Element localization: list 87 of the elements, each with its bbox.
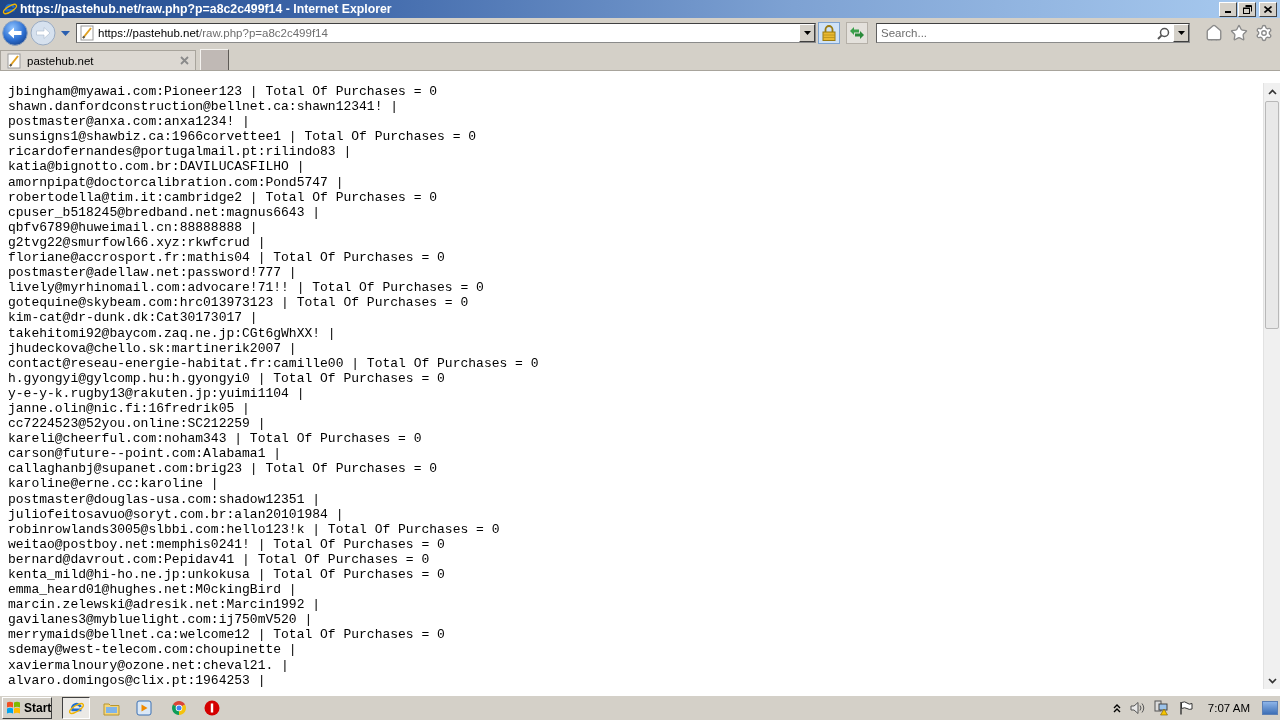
paste-line: carson@future--point.com:Alabama1 | (8, 446, 282, 462)
paste-line: merrymaids@bellnet.ca:welcome12 | Total Of Purchases = 0 (8, 627, 445, 643)
minimize-button[interactable] (1219, 1, 1237, 17)
new-tab-button[interactable] (200, 49, 229, 70)
paste-line: floriane@accrosport.fr:mathis04 | Total Of Purchases = 0 (8, 250, 445, 266)
paste-line: sdemay@west-telecom.com:choupinette | (8, 642, 297, 658)
search-field[interactable]: Search... (876, 23, 1190, 43)
paste-line: kareli@cheerful.com:noham343 | Total Of Purchases = 0 (8, 431, 422, 447)
scrollbar-thumb[interactable] (1265, 101, 1279, 329)
home-icon (1205, 24, 1223, 42)
tab-label: pastehub.net (27, 54, 95, 67)
paste-line: juliofeitosavuo@soryt.com.br:alan20101984 | (8, 506, 344, 522)
padlock-icon (822, 25, 836, 41)
browser-tab[interactable]: pastehub.net (0, 50, 196, 70)
paste-line: takehitomi92@baycom.zaq.ne.jp:CGt6gWhXX! | (8, 325, 336, 341)
play-icon (136, 700, 152, 716)
caret-icon (1177, 31, 1185, 35)
taskbar-button[interactable] (62, 697, 90, 719)
paste-line: cpuser_b518245@bredband.net:magnus6643 | (8, 204, 321, 220)
paste-line: postmaster@anxa.com:anxa1234! | (8, 114, 250, 130)
page-icon (80, 25, 94, 41)
minimize-icon (1225, 10, 1231, 13)
paste-line: postmaster@douglas-usa.com:shadow12351 | (8, 491, 321, 507)
flag-icon (1178, 701, 1193, 715)
paste-line: gotequine@skybeam.com:hrc013973123 | Total Of Purchases = 0 (8, 295, 469, 311)
star-icon (1230, 24, 1248, 42)
paste-line: callaghanbj@supanet.com:brig23 | Total Of Purchases = 0 (8, 461, 438, 477)
address-field[interactable]: https://pastehub.net/raw.php?p=a8c2c499f14 (76, 23, 816, 43)
restore-button[interactable] (1238, 1, 1256, 17)
scrollbar[interactable] (1263, 83, 1280, 689)
paste-line: kenta_mild@hi-ho.ne.jp:unkokusa | Total Of Purchases = 0 (8, 567, 445, 583)
refresh-arrows-icon (849, 26, 865, 40)
paste-line: cc7224523@52you.online:SC212259 | (8, 416, 266, 432)
paste-line: gavilanes3@mybluelight.com:ij750mV520 | (8, 612, 313, 628)
round-logo-icon (171, 700, 187, 716)
paste-line: bernard@davrout.com:Pepidav41 | Total Of Purchases = 0 (8, 551, 430, 567)
refresh-button[interactable] (846, 22, 868, 44)
close-icon (1264, 5, 1272, 13)
double-chevron-icon (1112, 703, 1121, 713)
paste-line: janne.olin@nic.fi:16fredrik05 | (8, 400, 250, 417)
settings-icon (1255, 24, 1273, 42)
close-icon[interactable] (180, 56, 189, 65)
alert-icon (204, 700, 220, 716)
show-desktop-button[interactable] (1262, 701, 1278, 715)
paste-line: g2tvg22@smurfowl66.xyz:rkwfcrud | (8, 234, 266, 251)
search-icon (1157, 26, 1170, 40)
paste-line: lively@myrhinomail.com:advocare!71!! | Total Of Purchases = 0 (8, 280, 484, 296)
back-button[interactable] (2, 20, 28, 46)
caret-icon (803, 31, 811, 35)
paste-line: karoline@erne.cc:karoline | (8, 476, 219, 492)
paste-line: postmaster@adellaw.net:password!777 | (8, 265, 297, 281)
paste-line: robertodella@tim.it:cambridge2 | Total Of Purchases = 0 (8, 189, 438, 205)
paste-line: katia@bignotto.com.br:DAVILUCASFILHO | (8, 159, 305, 175)
paste-line: xaviermalnoury@ozone.net:cheval21. | (8, 657, 289, 673)
window-title: https://pastehub.net/raw.php?p=a8c2c499f14 - Internet Explorer (20, 2, 393, 16)
paste-line: robinrowlands3005@slbbi.com:hello123!k | Total Of Purchases = 0 (8, 521, 500, 537)
paste-line: jbingham@myawai.com:Pioneer123 | Total Of Purchases = 0 (8, 84, 438, 100)
restore-icon (1242, 4, 1252, 14)
folder-icon (102, 700, 120, 716)
paste-line: contact@reseau-energie-habitat.fr:camille00 | Total Of Purchases = 0 (8, 355, 539, 371)
windows-flag-icon (6, 701, 21, 715)
address-dropdown[interactable] (799, 24, 815, 42)
paste-line: sunsigns1@shawbiz.ca:1966corvettee1 | Total Of Purchases = 0 (8, 129, 477, 145)
paste-line: marcin.zelewski@adresik.net:Marcin1992 | (8, 597, 321, 613)
paste-line: qbfv6789@huweimail.cn:88888888 | (8, 219, 258, 235)
paste-line: ricardofernandes@portugalmail.pt:rilindo83 | (8, 144, 352, 160)
up-chevron-icon (1267, 88, 1277, 95)
speaker-icon (1129, 701, 1146, 715)
start-button[interactable]: Start (2, 697, 52, 719)
paste-line: amornpipat@doctorcalibration.com:Pond5747 | (8, 174, 344, 190)
paste-line: jhudeckova@chello.sk:martinerik2007 | (8, 340, 297, 356)
paste-line: alvaro.domingos@clix.pt:1964253 | (8, 672, 266, 688)
down-chevron-icon (1267, 677, 1277, 684)
paste-line: emma_heard01@hughes.net:M0ckingBird | (8, 582, 297, 598)
search-dropdown[interactable] (1173, 24, 1189, 42)
paste-line: shawn.danfordconstruction@bellnet.ca:shawn12341! | (8, 99, 399, 115)
caret-icon (60, 30, 70, 36)
paste-line: weitao@postboy.net:memphis0241! | Total Of Purchases = 0 (8, 536, 445, 552)
paste-line: h.gyongyi@gylcomp.hu:h.gyongyi0 | Total Of Purchases = 0 (8, 370, 445, 386)
e-logo-icon (2, 1, 18, 17)
page-icon (7, 52, 21, 69)
network-warning-icon (1153, 700, 1170, 716)
paste-line: y-e-y-k.rugby13@rakuten.jp:yuimi1104 | (8, 385, 305, 401)
close-button[interactable] (1259, 1, 1277, 17)
clock[interactable]: 7:07 AM (1207, 702, 1250, 714)
paste-line: kim-cat@dr-dunk.dk:Cat30173017 | (8, 310, 258, 326)
history-dropdown[interactable] (60, 28, 70, 38)
